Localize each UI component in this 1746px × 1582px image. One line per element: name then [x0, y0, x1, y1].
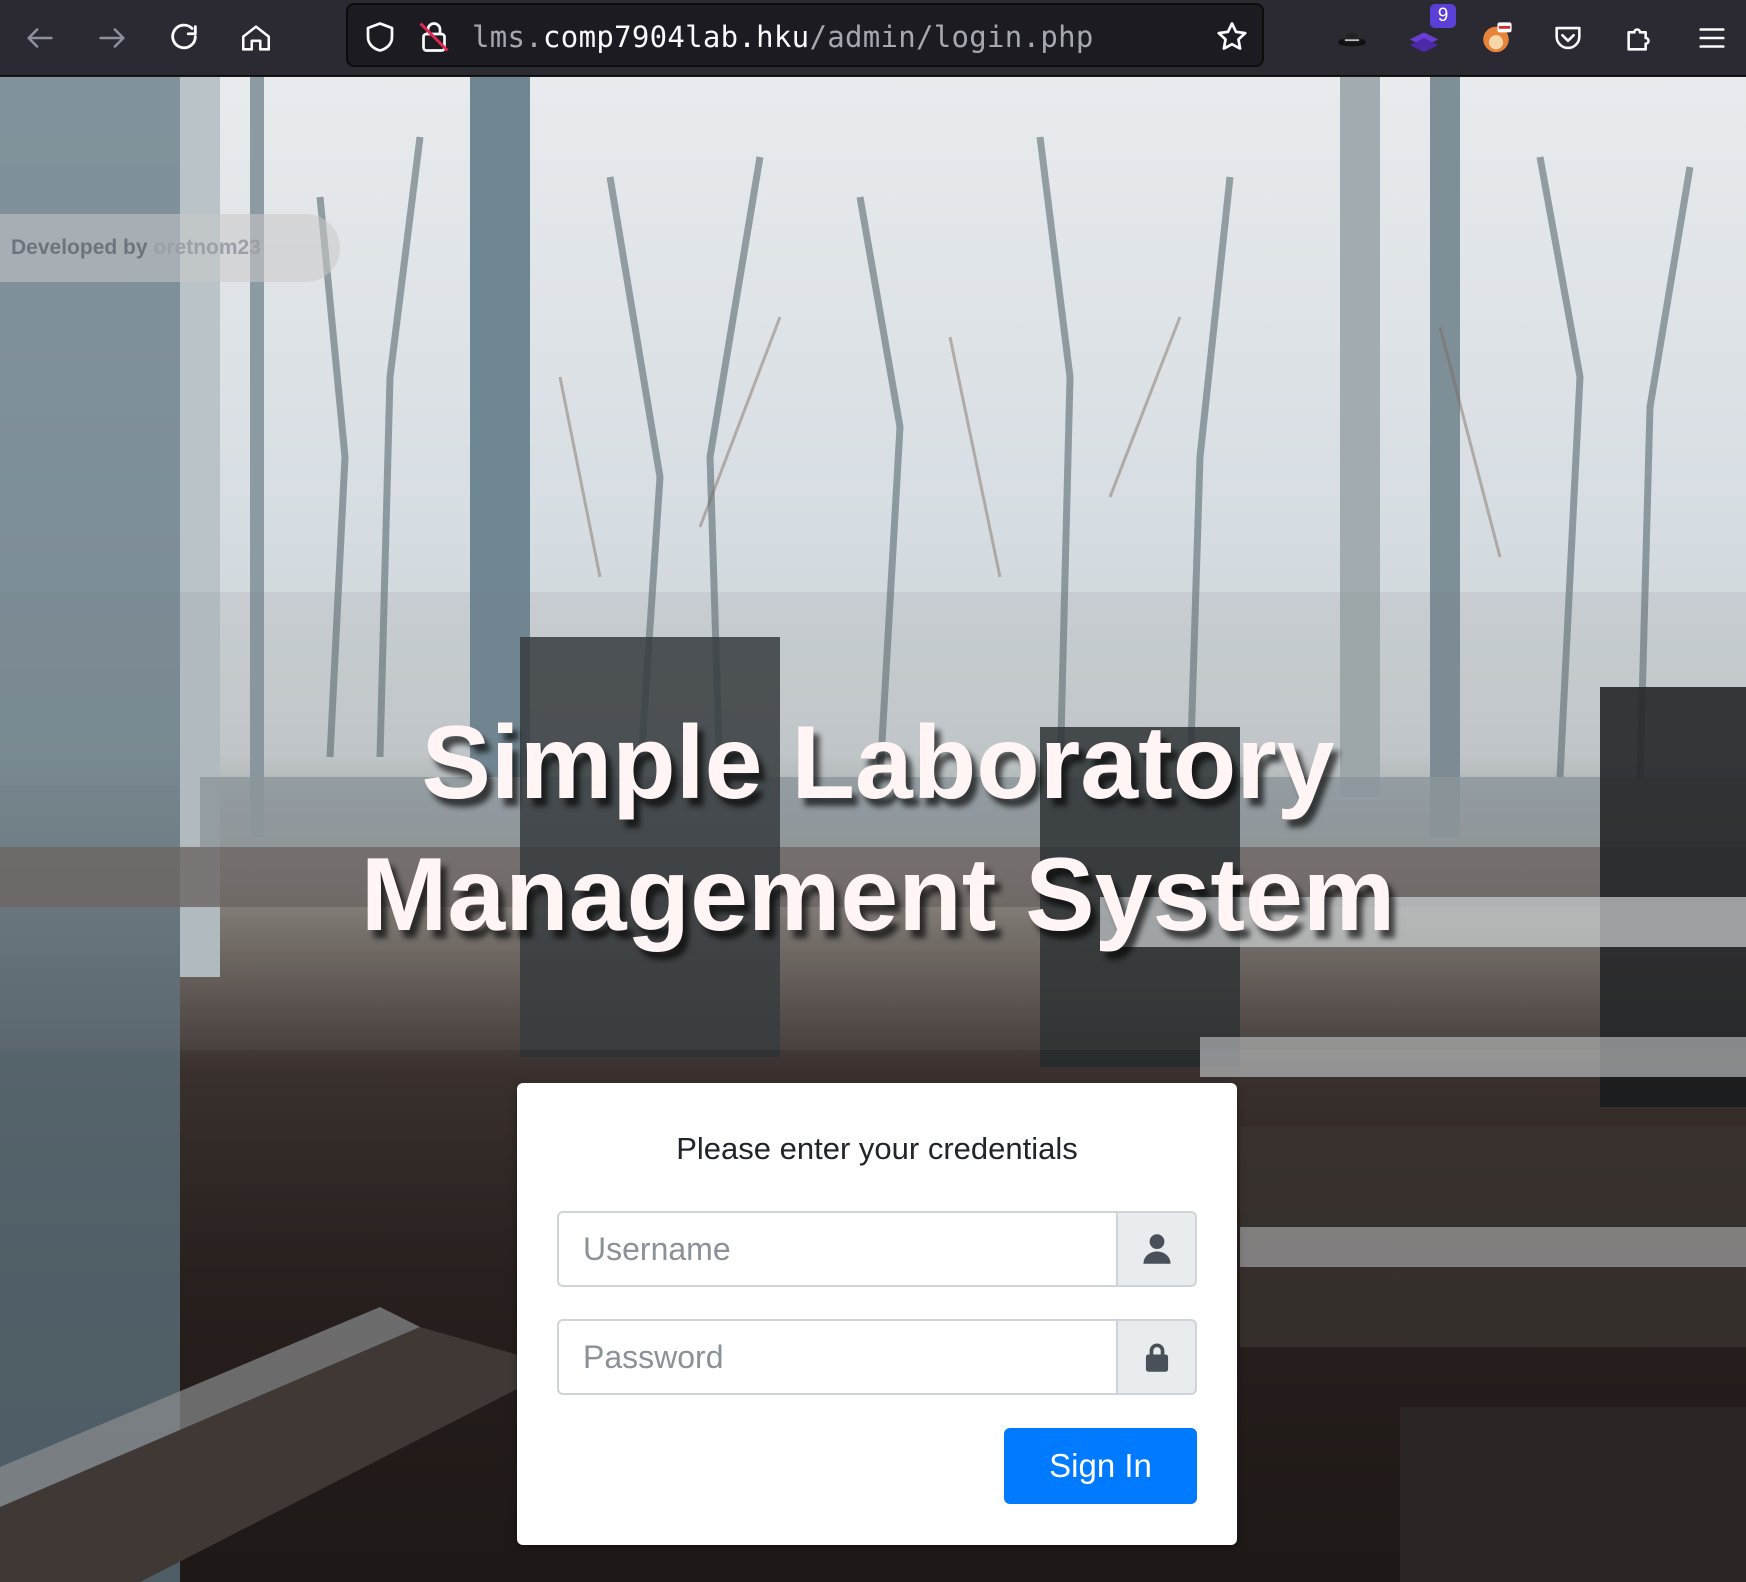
extensions-button[interactable] [1612, 10, 1668, 66]
arrow-left-icon [27, 28, 53, 48]
url-bar[interactable]: lms.comp7904lab.hku/admin/login.php [346, 3, 1264, 67]
url-host: comp7904lab.hku [543, 20, 810, 54]
puzzle-icon [1627, 28, 1650, 51]
page-title: Simple Laboratory Management System [0, 697, 1746, 961]
reload-button[interactable] [156, 10, 212, 66]
home-button[interactable] [228, 10, 284, 66]
reload-icon [171, 23, 197, 50]
extension-badge: 9 [1430, 4, 1456, 28]
pocket-icon [1555, 26, 1581, 50]
developer-credit: Developed by oretnom23 [0, 214, 340, 282]
url-text[interactable]: lms.comp7904lab.hku/admin/login.php [472, 20, 1094, 54]
extension-hat-button[interactable] [1324, 10, 1380, 66]
extension-stack-button[interactable]: 9 [1396, 4, 1456, 66]
insecure-lock-icon[interactable] [416, 19, 452, 55]
lock-icon [1145, 1343, 1168, 1372]
hat-icon [1337, 32, 1367, 47]
username-input[interactable] [557, 1211, 1118, 1287]
arrow-right-icon [99, 28, 125, 48]
url-prefix: lms. [472, 20, 544, 54]
browser-toolbar: lms.comp7904lab.hku/admin/login.php 9 [0, 0, 1746, 76]
username-group [557, 1211, 1197, 1287]
title-line-1: Simple Laboratory [421, 705, 1335, 821]
forward-button[interactable] [84, 10, 140, 66]
developer-name-link[interactable]: oretnom23 [154, 236, 261, 260]
password-group [557, 1319, 1197, 1395]
shield-icon[interactable] [362, 19, 398, 55]
home-icon [241, 25, 271, 51]
sign-in-button[interactable]: Sign In [1004, 1428, 1197, 1504]
bookmark-star-icon[interactable] [1214, 19, 1250, 55]
back-button[interactable] [12, 10, 68, 66]
user-icon [1142, 1234, 1171, 1264]
login-page: Developed by oretnom23 Simple Laboratory… [0, 77, 1746, 1582]
extension-fox-button[interactable] [1468, 10, 1524, 66]
login-message: Please enter your credentials [676, 1131, 1078, 1166]
login-card: Please enter your credentials Sign In [517, 1083, 1237, 1545]
username-addon [1116, 1211, 1197, 1287]
fox-avatar-icon [1483, 22, 1512, 53]
hamburger-menu-icon [1699, 28, 1725, 48]
password-input[interactable] [557, 1319, 1118, 1395]
password-addon [1116, 1319, 1197, 1395]
menu-button[interactable] [1684, 10, 1740, 66]
pocket-button[interactable] [1540, 10, 1596, 66]
url-path: /admin/login.php [809, 20, 1094, 54]
title-line-2: Management System [360, 837, 1396, 953]
developer-prefix: Developed by [11, 236, 148, 259]
